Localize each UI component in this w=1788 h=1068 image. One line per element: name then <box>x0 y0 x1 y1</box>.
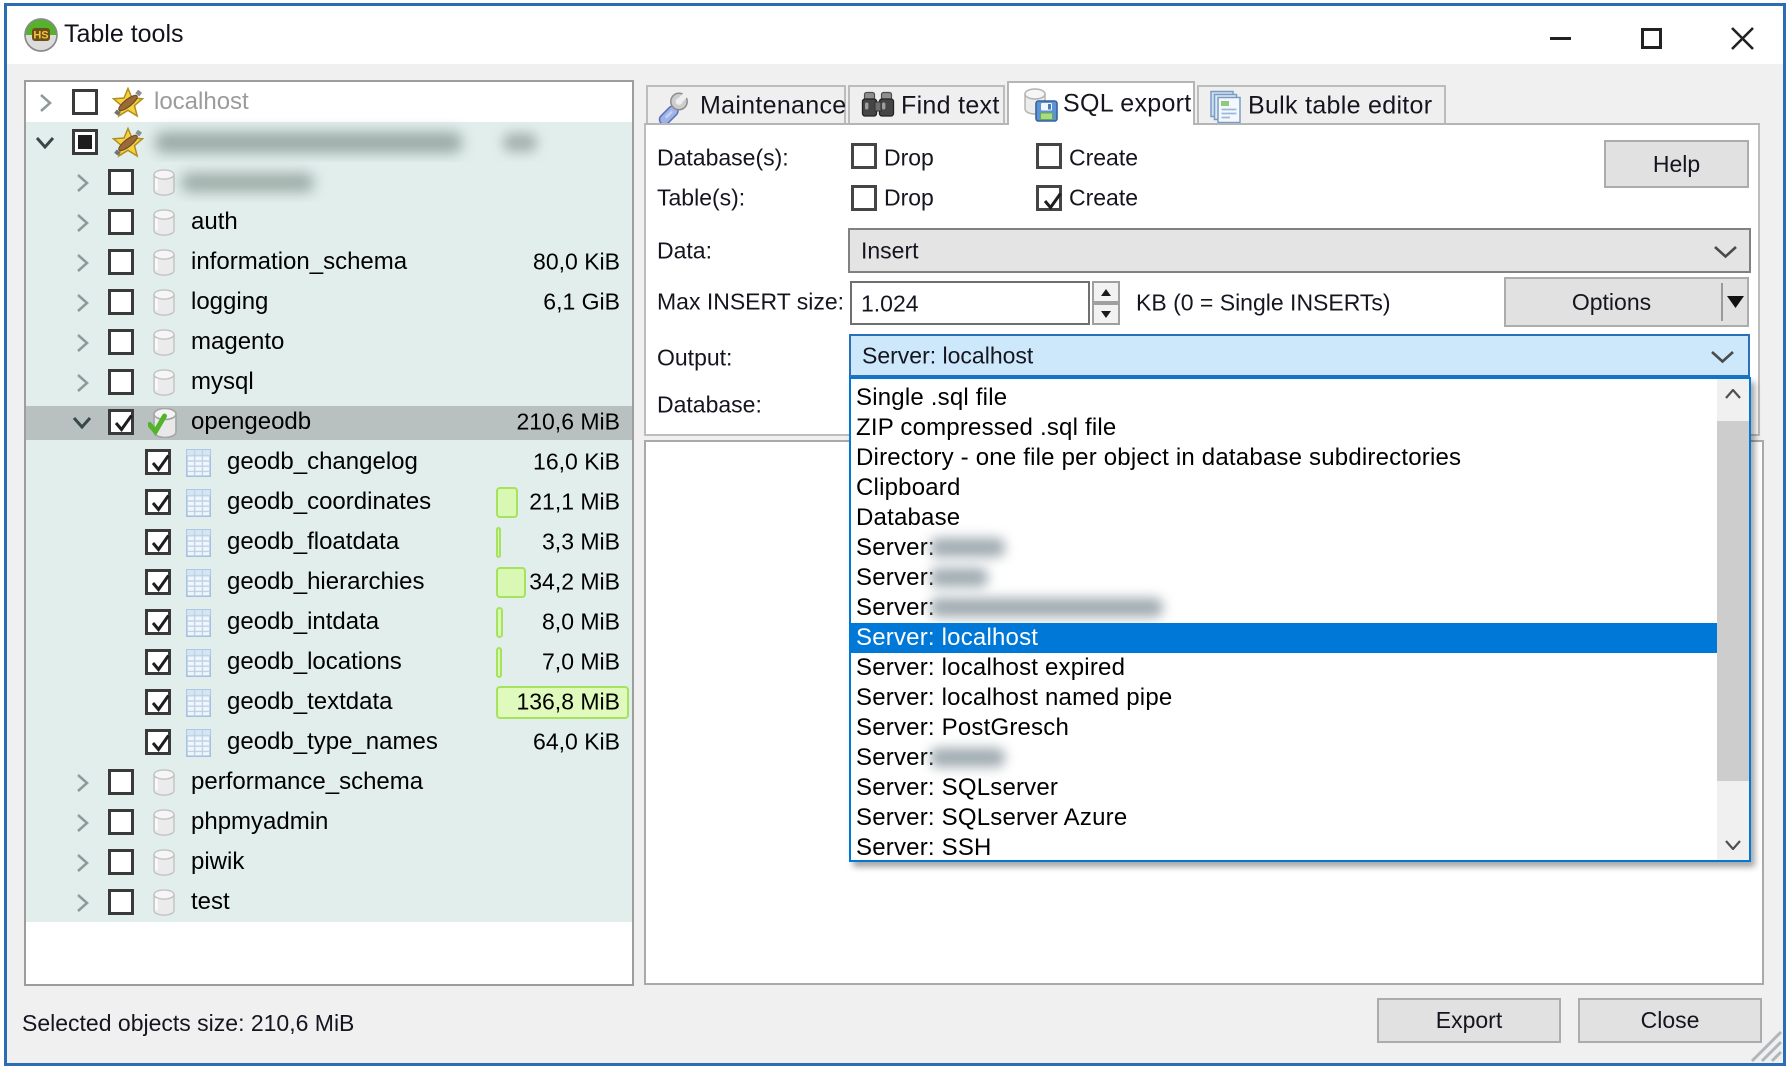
svg-text:HS: HS <box>33 30 48 42</box>
